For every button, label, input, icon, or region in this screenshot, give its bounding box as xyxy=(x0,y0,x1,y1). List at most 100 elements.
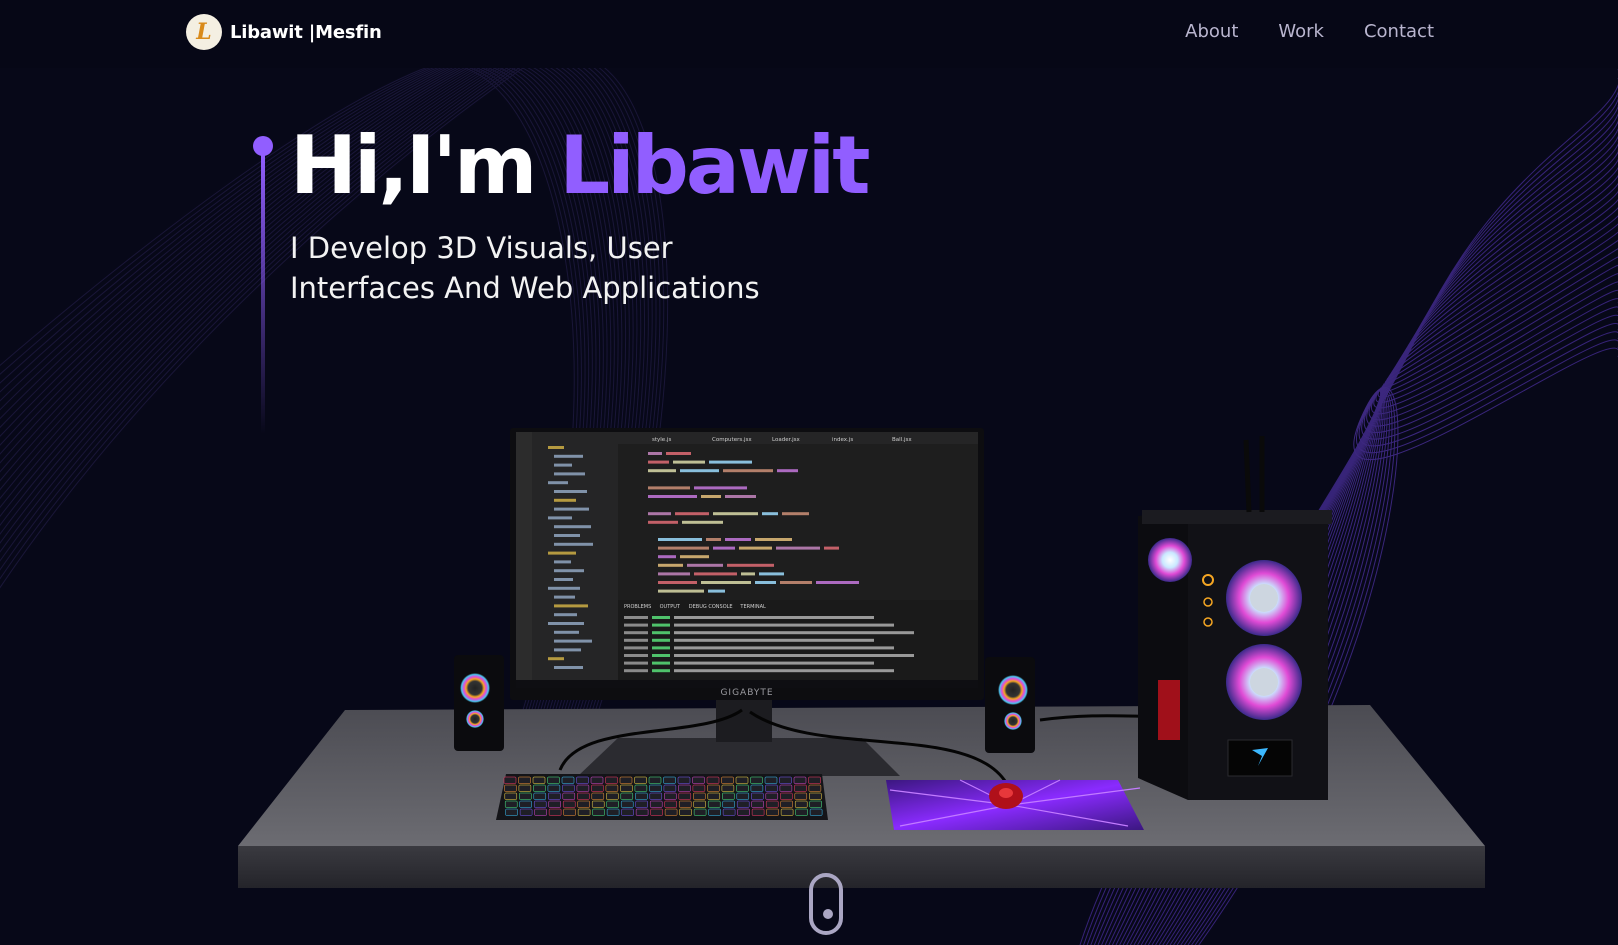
explorer-file[interactable] xyxy=(548,551,576,555)
code-token xyxy=(673,460,705,464)
keyboard-key xyxy=(808,776,821,784)
panel-tab[interactable]: DEBUG CONSOLE xyxy=(689,604,733,610)
keyboard-key xyxy=(504,800,518,808)
hero-accent-bar xyxy=(261,154,265,434)
code-token xyxy=(755,538,792,541)
panel-tab[interactable]: OUTPUT xyxy=(660,604,681,610)
explorer-file[interactable] xyxy=(554,569,584,573)
explorer-file[interactable] xyxy=(548,516,572,520)
explorer-file[interactable] xyxy=(554,613,577,617)
scroll-down-button[interactable] xyxy=(809,873,843,935)
keyboard-key xyxy=(605,784,619,792)
explorer-file[interactable] xyxy=(548,657,564,661)
mouse-highlight xyxy=(999,788,1013,798)
keyboard-key xyxy=(620,792,634,800)
terminal-time xyxy=(624,631,648,635)
explorer-file[interactable] xyxy=(548,586,580,590)
panel-tab[interactable]: PROBLEMS xyxy=(624,604,651,610)
hero-accent-line xyxy=(253,136,273,436)
terminal-tag xyxy=(652,654,670,657)
panel-tab[interactable]: TERMINAL xyxy=(739,604,766,610)
keyboard-key xyxy=(634,784,648,792)
keyboard-key xyxy=(794,800,808,808)
code-token xyxy=(816,581,859,584)
explorer-file[interactable] xyxy=(548,622,584,625)
explorer-file[interactable] xyxy=(548,481,568,485)
nav-link-about[interactable]: About xyxy=(1185,21,1238,42)
keyboard-key xyxy=(794,792,808,800)
terminal-tag xyxy=(652,646,670,650)
keyboard-key xyxy=(547,784,561,792)
keyboard-key xyxy=(621,808,634,816)
code-token xyxy=(739,546,772,550)
keyboard-key xyxy=(736,800,750,808)
code-token xyxy=(658,546,709,550)
keyboard-key xyxy=(503,776,517,784)
keyboard-key xyxy=(577,792,590,800)
keyboard-key xyxy=(649,800,663,808)
keyboard-key xyxy=(563,808,576,816)
code-token xyxy=(713,512,758,516)
keyboard-key xyxy=(780,792,793,800)
terminal-text xyxy=(674,661,874,665)
terminal-time xyxy=(624,638,648,642)
code-token xyxy=(648,512,671,516)
code-token xyxy=(725,538,751,541)
editor-tab[interactable]: Ball.jsx xyxy=(892,437,912,443)
code-token xyxy=(701,581,751,584)
logo[interactable]: L Libawit |Mesfin xyxy=(186,14,382,50)
editor-statusbar xyxy=(516,680,978,688)
explorer-file[interactable] xyxy=(554,639,592,643)
monitor-brand: GIGABYTE xyxy=(720,688,773,698)
keyboard-key xyxy=(663,776,676,784)
editor-tab[interactable]: Loader.jsx xyxy=(772,437,800,443)
editor-tab[interactable]: style.js xyxy=(652,437,671,443)
explorer-file[interactable] xyxy=(554,525,591,529)
explorer-file[interactable] xyxy=(554,463,572,467)
nav-link-work[interactable]: Work xyxy=(1278,21,1324,42)
explorer-file[interactable] xyxy=(554,560,571,564)
explorer-file[interactable] xyxy=(554,498,576,502)
code-token xyxy=(723,469,773,473)
keyboard-key xyxy=(736,792,750,800)
code-token xyxy=(648,495,697,498)
hero-accent-dot xyxy=(253,136,273,156)
explorer-file[interactable] xyxy=(554,507,589,511)
code-token xyxy=(658,555,676,559)
explorer-file[interactable] xyxy=(554,490,587,493)
explorer-file[interactable] xyxy=(554,595,575,599)
explorer-file[interactable] xyxy=(554,578,573,581)
keyboard-key xyxy=(606,800,619,808)
explorer-file[interactable] xyxy=(554,534,580,537)
editor-tab[interactable]: index.js xyxy=(832,437,853,443)
explorer-file[interactable] xyxy=(554,648,581,652)
explorer-file[interactable] xyxy=(554,472,585,476)
explorer-file[interactable] xyxy=(554,666,583,669)
keyboard-key xyxy=(750,776,763,784)
code-token xyxy=(741,572,755,576)
hero-subtitle-line1: I Develop 3D Visuals, User xyxy=(290,231,673,265)
code-token xyxy=(694,572,737,576)
explorer-file[interactable] xyxy=(554,604,588,608)
editor-tab[interactable]: Computers.jsx xyxy=(712,437,752,443)
keyboard-key xyxy=(650,808,663,816)
explorer-file[interactable] xyxy=(554,630,579,634)
keyboard-key xyxy=(809,792,822,800)
explorer-file[interactable] xyxy=(548,446,564,449)
code-token xyxy=(658,572,690,576)
speaker-left-tweeter xyxy=(460,673,490,703)
keyboard-key xyxy=(634,776,647,784)
keyboard-key xyxy=(809,808,823,816)
explorer-file[interactable] xyxy=(554,454,583,458)
keyboard-key xyxy=(548,800,561,808)
explorer-file[interactable] xyxy=(554,542,593,546)
keyboard-key xyxy=(707,784,720,792)
keyboard-key xyxy=(591,792,605,800)
keyboard-key xyxy=(794,784,807,792)
terminal-text xyxy=(674,638,874,642)
keyboard-key xyxy=(735,776,749,784)
terminal-text xyxy=(674,623,894,627)
keyboard-key xyxy=(635,808,649,816)
nav-link-contact[interactable]: Contact xyxy=(1364,21,1434,42)
keyboard-key xyxy=(764,776,778,784)
